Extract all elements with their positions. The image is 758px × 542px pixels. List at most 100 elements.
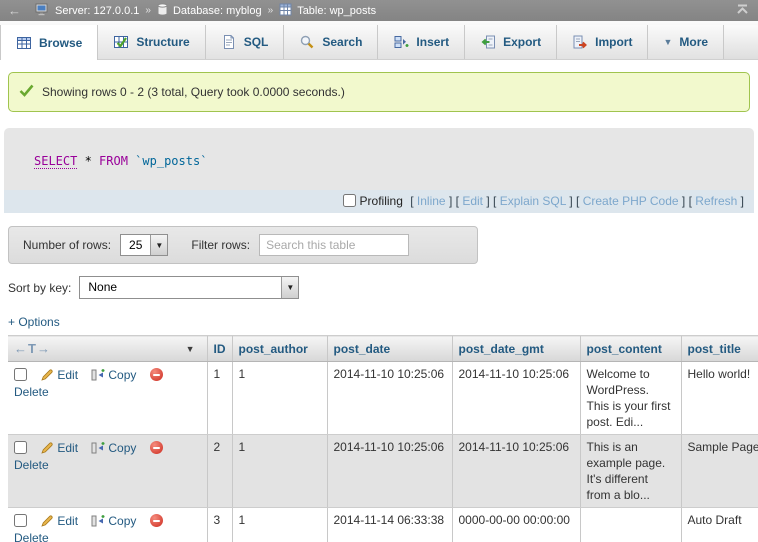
- delete-minus-icon: [150, 368, 163, 381]
- copy-row-icon: [91, 368, 105, 382]
- inline-link[interactable]: Inline: [417, 194, 446, 208]
- tab-browse[interactable]: Browse: [0, 25, 98, 60]
- column-header-post-author[interactable]: post_author: [232, 336, 327, 362]
- copy-row-link[interactable]: Copy: [108, 514, 136, 528]
- sql-keyword-select: SELECT: [34, 154, 77, 169]
- tab-bar: Browse Structure SQL Search Insert Expor…: [0, 21, 758, 60]
- sort-order-icon[interactable]: ▼: [186, 341, 201, 357]
- edit-pencil-icon: [40, 368, 54, 382]
- delete-row-link[interactable]: Delete: [14, 531, 49, 542]
- select-arrow-icon: ▼: [150, 235, 167, 255]
- row-checkbox[interactable]: [14, 514, 27, 527]
- bracket: [: [576, 194, 579, 208]
- bracket: ]: [486, 194, 489, 208]
- row-actions: Edit Copy Delete: [8, 362, 207, 435]
- transpose-arrows-icon[interactable]: ←T→: [14, 341, 51, 357]
- edit-row-link[interactable]: Edit: [57, 441, 78, 455]
- rows-count-select[interactable]: 25 ▼: [120, 234, 168, 256]
- filter-rows-input[interactable]: [259, 234, 409, 256]
- bracket: [: [410, 194, 413, 208]
- bracket: ]: [741, 194, 744, 208]
- bracket: [: [689, 194, 692, 208]
- tab-export[interactable]: Export: [465, 25, 557, 59]
- edit-query-link[interactable]: Edit: [462, 194, 483, 208]
- rows-count-value: 25: [121, 235, 150, 255]
- cell-post-title: Hello world!: [681, 362, 758, 435]
- cell-id: 2: [207, 435, 232, 508]
- select-arrow-icon: ▼: [281, 277, 298, 298]
- bracket: [: [493, 194, 496, 208]
- cell-post-date: 2014-11-10 10:25:06: [327, 362, 452, 435]
- edit-row-link[interactable]: Edit: [57, 368, 78, 382]
- cell-post-content: [580, 508, 681, 542]
- profiling-checkbox[interactable]: [343, 194, 356, 207]
- tab-bar-filler: [724, 25, 758, 59]
- tab-structure[interactable]: Structure: [98, 25, 205, 59]
- success-check-icon: [19, 84, 34, 100]
- tab-search[interactable]: Search: [284, 25, 378, 59]
- create-php-code-link[interactable]: Create PHP Code: [583, 194, 679, 208]
- edit-pencil-icon: [40, 441, 54, 455]
- breadcrumb-table[interactable]: Table: wp_posts: [297, 5, 376, 17]
- sql-star: *: [77, 154, 99, 168]
- explain-sql-link[interactable]: Explain SQL: [500, 194, 566, 208]
- refresh-link[interactable]: Refresh: [695, 194, 737, 208]
- cell-post-title: Auto Draft: [681, 508, 758, 542]
- results-table: ←T→ ▼ ID post_author post_date post_date…: [8, 335, 758, 542]
- tab-sql[interactable]: SQL: [206, 25, 285, 59]
- sql-table-identifier: `wp_posts`: [128, 154, 207, 168]
- cell-post-author: 1: [232, 435, 327, 508]
- copy-row-link[interactable]: Copy: [108, 441, 136, 455]
- back-arrow-icon[interactable]: ←: [8, 3, 30, 18]
- row-checkbox[interactable]: [14, 441, 27, 454]
- column-header-post-title[interactable]: post_title: [681, 336, 758, 362]
- breadcrumb-separator: »: [267, 5, 275, 16]
- copy-row-link[interactable]: Copy: [108, 368, 136, 382]
- sql-keyword-from: FROM: [99, 154, 128, 168]
- row-checkbox[interactable]: [14, 368, 27, 381]
- options-toggle-link[interactable]: + Options: [8, 315, 60, 329]
- tab-search-label: Search: [322, 35, 362, 49]
- delete-row-link[interactable]: Delete: [14, 458, 49, 472]
- tab-export-label: Export: [503, 35, 541, 49]
- edit-row-link[interactable]: Edit: [57, 514, 78, 528]
- breadcrumb-server[interactable]: Server: 127.0.0.1: [55, 5, 139, 17]
- column-header-post-date-gmt[interactable]: post_date_gmt: [452, 336, 580, 362]
- breadcrumb-database[interactable]: Database: myblog: [173, 5, 262, 17]
- tab-insert[interactable]: Insert: [378, 25, 465, 59]
- actions-column-header[interactable]: ←T→ ▼: [8, 336, 207, 362]
- database-icon: [157, 3, 168, 19]
- filter-rows-label: Filter rows:: [191, 238, 250, 252]
- sort-by-key-label: Sort by key:: [8, 281, 71, 295]
- cell-post-date: 2014-11-14 06:33:38: [327, 508, 452, 542]
- cell-post-content: This is an example page. It's different …: [580, 435, 681, 508]
- results-header-row: ←T→ ▼ ID post_author post_date post_date…: [8, 336, 758, 362]
- bracket: ]: [449, 194, 452, 208]
- edit-pencil-icon: [40, 514, 54, 528]
- breadcrumb-bar: ← Server: 127.0.0.1 » Database: myblog »…: [0, 0, 758, 21]
- cell-post-date: 2014-11-10 10:25:06: [327, 435, 452, 508]
- cell-post-title: Sample Page: [681, 435, 758, 508]
- delete-row-link[interactable]: Delete: [14, 385, 49, 399]
- status-message-text: Showing rows 0 - 2 (3 total, Query took …: [42, 85, 345, 99]
- structure-icon: [113, 34, 129, 50]
- bracket: [: [456, 194, 459, 208]
- sort-key-select[interactable]: None ▼: [79, 276, 299, 299]
- copy-row-icon: [91, 441, 105, 455]
- bracket: ]: [682, 194, 685, 208]
- tab-more[interactable]: ▼ More: [648, 25, 724, 59]
- sql-toolbar: Profiling [ Inline ] [ Edit ] [ Explain …: [4, 190, 754, 213]
- browse-icon: [16, 35, 32, 51]
- collapse-panel-icon[interactable]: [735, 4, 750, 18]
- tab-import[interactable]: Import: [557, 25, 648, 59]
- sort-key-value: None: [80, 277, 125, 298]
- column-header-id[interactable]: ID: [207, 336, 232, 362]
- table-icon: [279, 3, 292, 19]
- column-header-post-date[interactable]: post_date: [327, 336, 452, 362]
- profiling-label[interactable]: Profiling: [360, 194, 403, 208]
- rows-control-bar: Number of rows: 25 ▼ Filter rows:: [8, 226, 478, 264]
- cell-post-date-gmt: 2014-11-10 10:25:06: [452, 435, 580, 508]
- delete-minus-icon: [150, 441, 163, 454]
- cell-post-author: 1: [232, 362, 327, 435]
- column-header-post-content[interactable]: post_content: [580, 336, 681, 362]
